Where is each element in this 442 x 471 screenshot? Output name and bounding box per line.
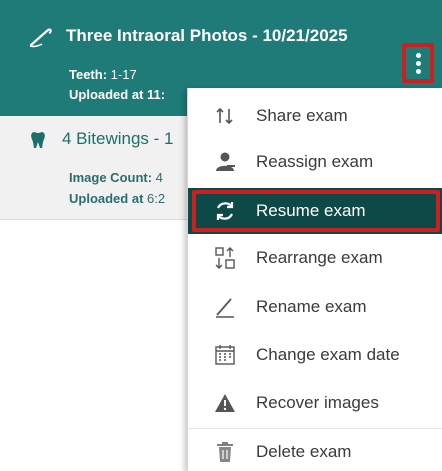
menu-item-label: Change exam date: [256, 345, 400, 364]
kebab-dot: [415, 60, 421, 66]
tooth-icon: [31, 132, 45, 148]
more-options-button[interactable]: [402, 43, 434, 83]
probe-icon: [29, 28, 52, 48]
rearrange-icon: [212, 245, 238, 271]
teeth-value: 1-17: [107, 67, 137, 82]
menu-item-label: Share exam: [256, 106, 348, 125]
menu-item-recover-images[interactable]: Recover images: [188, 380, 442, 426]
teeth-label: Teeth:: [69, 67, 108, 82]
exam-uploaded: Uploaded at 6:2: [69, 191, 165, 206]
share-sort-icon: [212, 103, 238, 129]
reassign-user-icon: [212, 149, 238, 175]
menu-item-delete-exam[interactable]: Delete exam: [188, 428, 442, 471]
calendar-icon: [212, 342, 238, 368]
menu-item-rename-exam[interactable]: Rename exam: [188, 284, 442, 330]
image-count-label: Image Count:: [69, 170, 153, 185]
menu-item-change-exam-date[interactable]: Change exam date: [188, 332, 442, 378]
menu-item-label: Reassign exam: [256, 152, 374, 171]
resume-sync-icon: [212, 198, 238, 224]
exam-uploaded: Uploaded at 11:: [69, 87, 166, 102]
menu-item-rearrange-exam[interactable]: Rearrange exam: [188, 235, 442, 281]
menu-item-label: Rearrange exam: [256, 248, 383, 267]
menu-item-share-exam[interactable]: Share exam: [188, 93, 442, 139]
menu-item-label: Resume exam: [256, 201, 366, 220]
warning-icon: [212, 390, 238, 416]
exam-image-count: Image Count: 4: [69, 170, 163, 185]
uploaded-label: Uploaded at: [69, 191, 144, 206]
exam-teeth: Teeth: 1-17: [69, 67, 137, 82]
menu-item-reassign-exam[interactable]: Reassign exam: [188, 139, 442, 185]
kebab-dot: [415, 52, 421, 58]
exam-context-menu: Share exam Reassign exam Resume exam Rea…: [187, 88, 442, 471]
menu-item-label: Delete exam: [256, 441, 352, 461]
kebab-dot: [415, 68, 421, 74]
menu-item-resume-exam[interactable]: Resume exam: [188, 188, 442, 234]
exam-title: 4 Bitewings - 1: [62, 129, 174, 148]
pencil-icon: [212, 294, 238, 320]
trash-icon: [212, 439, 238, 465]
exam-title: Three Intraoral Photos - 10/21/2025: [66, 26, 348, 45]
uploaded-value: 6:2: [143, 191, 166, 206]
menu-item-label: Recover images: [256, 393, 379, 412]
image-count-value: 4: [152, 170, 163, 185]
menu-item-label: Rename exam: [256, 297, 367, 316]
